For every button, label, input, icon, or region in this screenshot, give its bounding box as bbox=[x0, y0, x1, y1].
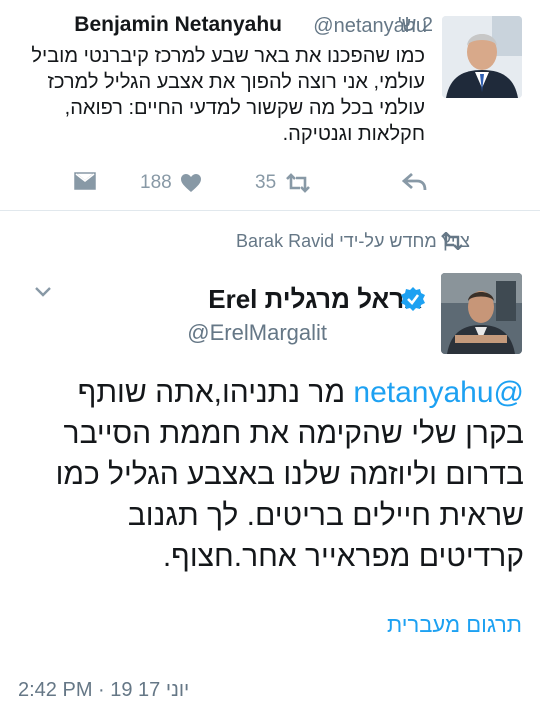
author-name[interactable]: אראל מרגלית Erel bbox=[208, 284, 422, 315]
author-handle[interactable]: @ErelMargalit bbox=[187, 320, 327, 346]
retweet-count: 35 bbox=[255, 172, 277, 193]
netanyahu-avatar[interactable] bbox=[442, 16, 522, 98]
like-icon bbox=[180, 173, 202, 193]
netanyahu-tweet[interactable]: 2 ש' Benjamin Netanyahu @netanyahu כמו ש… bbox=[0, 0, 540, 210]
verified-badge-icon bbox=[400, 286, 426, 317]
like-button[interactable]: 188 bbox=[140, 172, 202, 194]
mention-link[interactable]: @netanyahu bbox=[353, 376, 524, 409]
erel-margalit-avatar[interactable] bbox=[441, 273, 522, 354]
tweet-text: @netanyahu מר נתניהו,אתה שותף בקרן שלי ש… bbox=[18, 372, 524, 577]
direct-message-button[interactable] bbox=[74, 172, 96, 190]
chevron-down-icon[interactable] bbox=[34, 285, 52, 303]
reply-icon bbox=[402, 172, 428, 192]
author-handle[interactable]: @netanyahu bbox=[313, 15, 427, 38]
tweet-text: כמו שהפכנו את באר שבע למרכז קיברנטי מובי… bbox=[31, 45, 425, 145]
tweet-actions: 188 35 bbox=[0, 168, 540, 202]
tweet-divider bbox=[0, 210, 540, 211]
tweet-timestamp: 2:42 PM · 19 17 יוני bbox=[18, 679, 190, 701]
reply-button[interactable] bbox=[402, 172, 428, 192]
translate-link[interactable]: תרגום מעברית bbox=[387, 612, 522, 638]
retweet-button[interactable]: 35 bbox=[255, 172, 312, 194]
direct-message-icon bbox=[74, 172, 96, 190]
retweeted-by-label[interactable]: צויץ מחדש על-ידי Barak Ravid bbox=[236, 231, 470, 252]
author-name[interactable]: Benjamin Netanyahu bbox=[74, 13, 282, 37]
like-count: 188 bbox=[140, 172, 172, 193]
retweet-icon bbox=[284, 173, 312, 193]
